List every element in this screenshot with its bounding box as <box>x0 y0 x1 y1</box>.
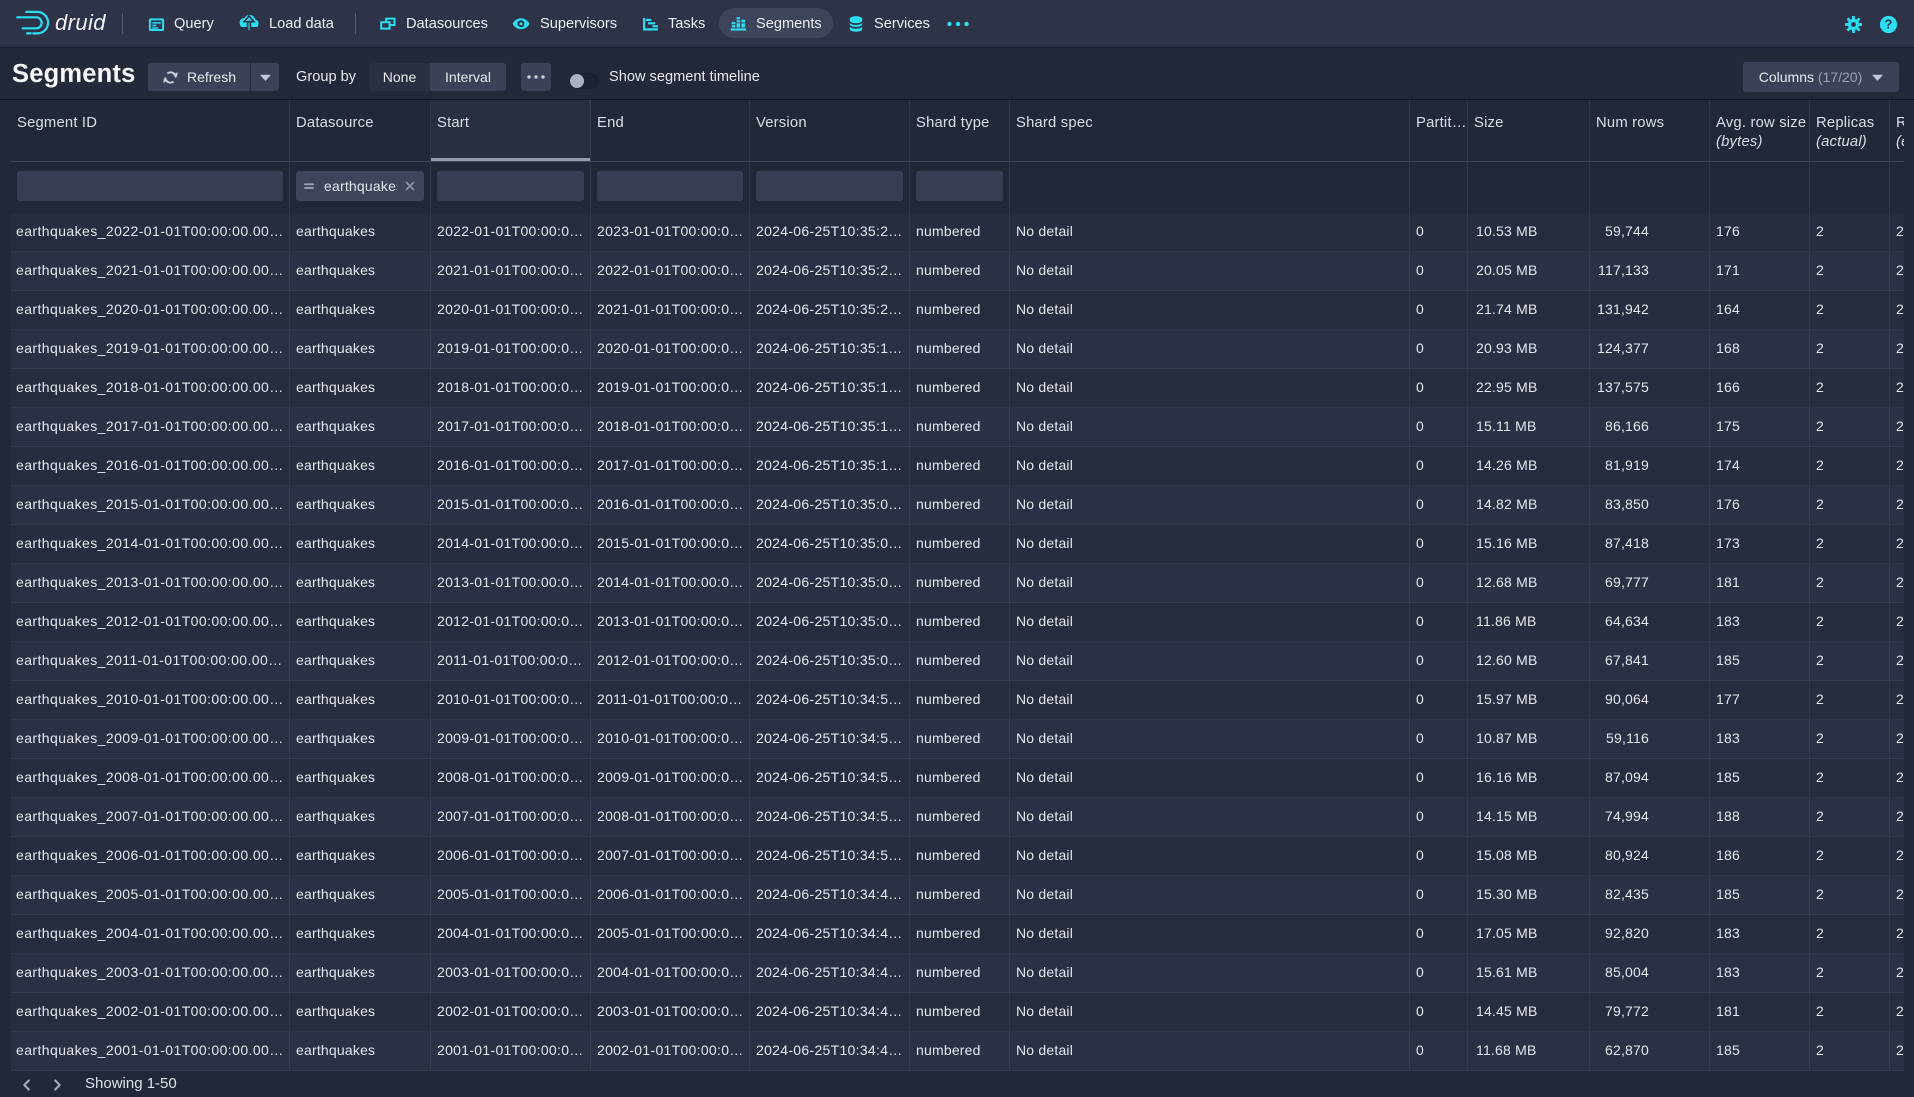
svg-text:?: ? <box>1885 17 1893 31</box>
